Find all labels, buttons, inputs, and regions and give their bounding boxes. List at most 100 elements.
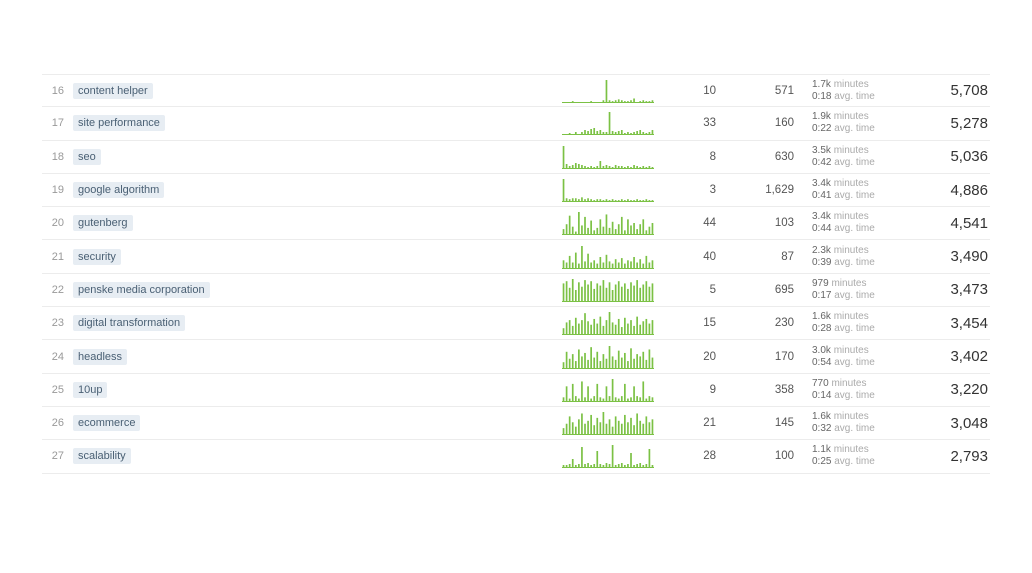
tag-cell: 10up xyxy=(64,382,562,398)
tag-cell: digital transformation xyxy=(64,315,562,331)
col-views: 1,629 xyxy=(716,184,794,196)
col-engagement: 1.9k minutes0:22 avg. time xyxy=(794,111,904,135)
col-total: 2,793 xyxy=(904,448,990,465)
tag-link[interactable]: seo xyxy=(73,149,101,165)
sparkline-chart xyxy=(562,144,654,170)
col-total: 3,220 xyxy=(904,381,990,398)
col-posts: 5 xyxy=(660,284,716,296)
minutes-value: 770 xyxy=(812,378,829,389)
row-rank: 27 xyxy=(42,450,64,462)
tag-link[interactable]: scalability xyxy=(73,448,131,464)
minutes-value: 3.5k xyxy=(812,145,831,156)
minutes-label: minutes xyxy=(834,111,869,122)
avgtime-value: 0:18 xyxy=(812,91,831,102)
col-total: 5,708 xyxy=(904,82,990,99)
minutes-value: 3.0k xyxy=(812,345,831,356)
avgtime-label: avg. time xyxy=(834,456,875,467)
minutes-value: 1.1k xyxy=(812,444,831,455)
table-row: 19google algorithm31,6293.4k minutes0:41… xyxy=(42,174,990,207)
avgtime-value: 0:41 xyxy=(812,190,831,201)
avgtime-label: avg. time xyxy=(834,123,875,134)
row-rank: 26 xyxy=(42,417,64,429)
col-views: 695 xyxy=(716,284,794,296)
sparkline-chart xyxy=(562,110,654,136)
avgtime-label: avg. time xyxy=(834,223,875,234)
row-rank: 22 xyxy=(42,284,64,296)
avgtime-label: avg. time xyxy=(834,157,875,168)
col-total: 4,886 xyxy=(904,182,990,199)
tag-link[interactable]: digital transformation xyxy=(73,315,185,331)
col-posts: 40 xyxy=(660,251,716,263)
table-row: 27scalability281001.1k minutes0:25 avg. … xyxy=(42,440,990,473)
col-posts: 20 xyxy=(660,351,716,363)
avgtime-label: avg. time xyxy=(834,357,875,368)
tag-cell: scalability xyxy=(64,448,562,464)
tag-link[interactable]: content helper xyxy=(73,83,153,99)
minutes-value: 3.4k xyxy=(812,211,831,222)
col-views: 145 xyxy=(716,417,794,429)
avgtime-value: 0:54 xyxy=(812,357,831,368)
avgtime-label: avg. time xyxy=(834,423,875,434)
tag-link[interactable]: site performance xyxy=(73,115,165,131)
col-posts: 21 xyxy=(660,417,716,429)
row-rank: 23 xyxy=(42,317,64,329)
col-total: 3,454 xyxy=(904,315,990,332)
tag-cell: security xyxy=(64,249,562,265)
col-total: 3,402 xyxy=(904,348,990,365)
tag-cell: content helper xyxy=(64,83,562,99)
sparkline-chart xyxy=(562,410,654,436)
tag-cell: ecommerce xyxy=(64,415,562,431)
sparkline-chart xyxy=(562,443,654,469)
sparkline-chart xyxy=(562,344,654,370)
tag-link[interactable]: security xyxy=(73,249,121,265)
minutes-value: 1.7k xyxy=(812,79,831,90)
col-posts: 33 xyxy=(660,117,716,129)
minutes-label: minutes xyxy=(831,278,866,289)
table-row: 22 penske media corporation 5695 979 minute… xyxy=(42,274,990,307)
table-row: 24headless201703.0k minutes0:54 avg. tim… xyxy=(42,340,990,373)
tag-cell: gutenberg xyxy=(64,215,562,231)
minutes-label: minutes xyxy=(834,211,869,222)
tag-cell: google algorithm xyxy=(64,182,562,198)
tag-link[interactable]: google algorithm xyxy=(73,182,164,198)
table-row: 20gutenberg441033.4k minutes0:44 avg. ti… xyxy=(42,207,990,240)
col-total: 4,541 xyxy=(904,215,990,232)
avgtime-value: 0:22 xyxy=(812,123,831,134)
row-rank: 21 xyxy=(42,251,64,263)
table-row: 23digital transformation152301.6k minute… xyxy=(42,307,990,340)
col-engagement: 3.0k minutes0:54 avg. time xyxy=(794,345,904,369)
tag-link[interactable]: gutenberg xyxy=(73,215,133,231)
avgtime-value: 0:44 xyxy=(812,223,831,234)
avgtime-value: 0:32 xyxy=(812,423,831,434)
sparkline-chart xyxy=(562,310,654,336)
minutes-value: 979 xyxy=(812,278,829,289)
tag-link[interactable]: 10up xyxy=(73,382,107,398)
row-rank: 20 xyxy=(42,217,64,229)
row-rank: 24 xyxy=(42,351,64,363)
minutes-value: 1.6k xyxy=(812,311,831,322)
minutes-value: 3.4k xyxy=(812,178,831,189)
tag-link[interactable]: headless xyxy=(73,349,127,365)
tag-link[interactable]: penske media corporation xyxy=(73,282,210,298)
minutes-value: 2.3k xyxy=(812,245,831,256)
col-posts: 28 xyxy=(660,450,716,462)
col-engagement: 3.4k minutes0:41 avg. time xyxy=(794,178,904,202)
sparkline-chart xyxy=(562,177,654,203)
avgtime-label: avg. time xyxy=(834,323,875,334)
col-engagement: 1.6k minutes0:32 avg. time xyxy=(794,411,904,435)
analytics-tag-table: 16content helper105711.7k minutes0:18 av… xyxy=(0,0,1032,514)
minutes-label: minutes xyxy=(831,378,866,389)
col-posts: 15 xyxy=(660,317,716,329)
tag-cell: site performance xyxy=(64,115,562,131)
avgtime-value: 0:17 xyxy=(812,290,831,301)
tag-link[interactable]: ecommerce xyxy=(73,415,140,431)
col-posts: 8 xyxy=(660,151,716,163)
avgtime-value: 0:14 xyxy=(812,390,831,401)
sparkline-chart xyxy=(562,377,654,403)
minutes-label: minutes xyxy=(834,444,869,455)
col-engagement: 3.5k minutes0:42 avg. time xyxy=(794,145,904,169)
col-total: 3,490 xyxy=(904,248,990,265)
row-rank: 17 xyxy=(42,117,64,129)
minutes-label: minutes xyxy=(834,311,869,322)
col-engagement: 770 minutes0:14 avg. time xyxy=(794,378,904,402)
